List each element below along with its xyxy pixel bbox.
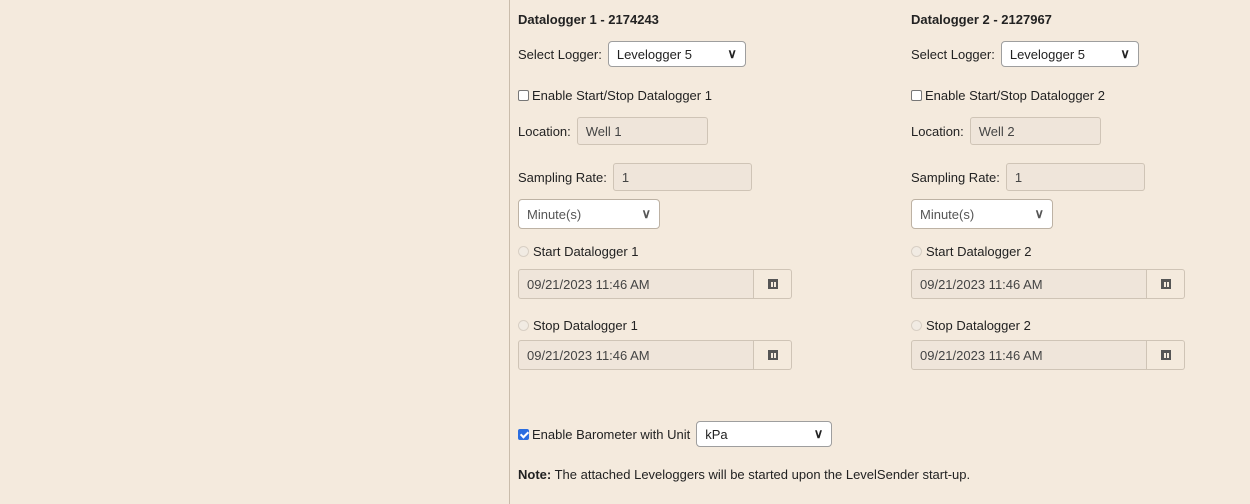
stop-datalogger-1-label: Stop Datalogger 1 bbox=[533, 318, 638, 333]
start-datetime-2: 09/21/2023 11:46 AM bbox=[911, 269, 1185, 299]
enable-start-stop-2-label: Enable Start/Stop Datalogger 2 bbox=[925, 88, 1105, 103]
stop-datetime-2-input[interactable]: 09/21/2023 11:46 AM bbox=[911, 340, 1147, 370]
start-datetime-1-input[interactable]: 09/21/2023 11:46 AM bbox=[518, 269, 754, 299]
select-logger-label: Select Logger: bbox=[518, 46, 602, 62]
rate-unit-1-select[interactable]: Minute(s) ∨ bbox=[518, 199, 660, 229]
logger-2-select[interactable]: Levelogger 5 ∨ bbox=[1000, 41, 1139, 67]
sampling-rate-row: Sampling Rate: 1 bbox=[518, 163, 752, 191]
chevron-down-icon: ∨ bbox=[813, 426, 824, 441]
location-row: Location: Well 2 bbox=[911, 117, 1101, 145]
stop-datalogger-1-radio[interactable] bbox=[518, 320, 529, 331]
rate-unit-2-value: Minute(s) bbox=[920, 206, 975, 222]
stop-radio-row: Stop Datalogger 2 bbox=[911, 318, 1031, 333]
enable-start-stop-2-checkbox[interactable] bbox=[911, 90, 922, 101]
stop-datetime-2: 09/21/2023 11:46 AM bbox=[911, 340, 1185, 370]
location-label: Location: bbox=[911, 123, 964, 139]
stop-datalogger-2-radio[interactable] bbox=[911, 320, 922, 331]
datalogger-1-title: Datalogger 1 - 2174243 bbox=[518, 12, 659, 27]
select-logger-row: Select Logger: Levelogger 5 ∨ bbox=[911, 41, 1139, 67]
sampling-rate-label: Sampling Rate: bbox=[911, 169, 1000, 185]
start-radio-row: Start Datalogger 2 bbox=[911, 244, 1032, 259]
rate-unit-row: Minute(s) ∨ bbox=[911, 199, 1053, 229]
rate-unit-1-value: Minute(s) bbox=[527, 206, 582, 222]
location-1-input[interactable]: Well 1 bbox=[576, 117, 708, 145]
logger-2-select-value: Levelogger 5 bbox=[1009, 46, 1086, 62]
start-datalogger-1-radio[interactable] bbox=[518, 246, 529, 257]
datalogger-settings-panel: Datalogger 1 - 2174243 Select Logger: Le… bbox=[510, 0, 1250, 504]
stop-radio-row: Stop Datalogger 1 bbox=[518, 318, 638, 333]
enable-start-stop-row: Enable Start/Stop Datalogger 2 bbox=[911, 88, 1105, 103]
calendar-button[interactable] bbox=[754, 340, 792, 370]
location-row: Location: Well 1 bbox=[518, 117, 708, 145]
location-2-input[interactable]: Well 2 bbox=[969, 117, 1101, 145]
calendar-button[interactable] bbox=[1147, 340, 1185, 370]
chevron-down-icon: ∨ bbox=[641, 206, 651, 221]
barometer-unit-select[interactable]: kPa ∨ bbox=[696, 421, 833, 447]
select-logger-row: Select Logger: Levelogger 5 ∨ bbox=[518, 41, 746, 67]
sampling-rate-1-input[interactable]: 1 bbox=[612, 163, 752, 191]
stop-datalogger-2-label: Stop Datalogger 2 bbox=[926, 318, 1031, 333]
rate-unit-row: Minute(s) ∨ bbox=[518, 199, 660, 229]
chevron-down-icon: ∨ bbox=[1120, 46, 1130, 61]
left-pane bbox=[0, 0, 509, 504]
start-datalogger-1-label: Start Datalogger 1 bbox=[533, 244, 639, 259]
start-datetime-1: 09/21/2023 11:46 AM bbox=[518, 269, 792, 299]
datalogger-2-title: Datalogger 2 - 2127967 bbox=[911, 12, 1052, 27]
barometer-unit-value: kPa bbox=[705, 426, 728, 442]
sampling-rate-label: Sampling Rate: bbox=[518, 169, 607, 185]
calendar-icon bbox=[1160, 279, 1171, 289]
start-datalogger-2-radio[interactable] bbox=[911, 246, 922, 257]
calendar-icon bbox=[1160, 350, 1171, 360]
startup-note: Note: The attached Leveloggers will be s… bbox=[518, 467, 970, 482]
start-datalogger-2-label: Start Datalogger 2 bbox=[926, 244, 1032, 259]
start-radio-row: Start Datalogger 1 bbox=[518, 244, 639, 259]
enable-barometer-label: Enable Barometer with Unit bbox=[532, 426, 691, 442]
chevron-down-icon: ∨ bbox=[1034, 206, 1044, 221]
select-logger-label: Select Logger: bbox=[911, 46, 995, 62]
rate-unit-2-select[interactable]: Minute(s) ∨ bbox=[911, 199, 1053, 229]
note-text: The attached Leveloggers will be started… bbox=[551, 467, 971, 482]
enable-start-stop-1-checkbox[interactable] bbox=[518, 90, 529, 101]
logger-1-select[interactable]: Levelogger 5 ∨ bbox=[607, 41, 746, 67]
enable-barometer-checkbox[interactable] bbox=[518, 428, 529, 440]
calendar-icon bbox=[767, 279, 778, 289]
stop-datetime-1-input[interactable]: 09/21/2023 11:46 AM bbox=[518, 340, 754, 370]
barometer-row: Enable Barometer with Unit kPa ∨ bbox=[518, 421, 833, 447]
stop-datetime-1: 09/21/2023 11:46 AM bbox=[518, 340, 792, 370]
enable-start-stop-row: Enable Start/Stop Datalogger 1 bbox=[518, 88, 712, 103]
calendar-icon bbox=[767, 350, 778, 360]
chevron-down-icon: ∨ bbox=[727, 46, 737, 61]
logger-1-select-value: Levelogger 5 bbox=[616, 46, 693, 62]
enable-start-stop-1-label: Enable Start/Stop Datalogger 1 bbox=[532, 88, 712, 103]
calendar-button[interactable] bbox=[754, 269, 792, 299]
note-prefix: Note: bbox=[518, 467, 552, 482]
start-datetime-2-input[interactable]: 09/21/2023 11:46 AM bbox=[911, 269, 1147, 299]
sampling-rate-2-input[interactable]: 1 bbox=[1005, 163, 1145, 191]
location-label: Location: bbox=[518, 123, 571, 139]
sampling-rate-row: Sampling Rate: 1 bbox=[911, 163, 1145, 191]
calendar-button[interactable] bbox=[1147, 269, 1185, 299]
